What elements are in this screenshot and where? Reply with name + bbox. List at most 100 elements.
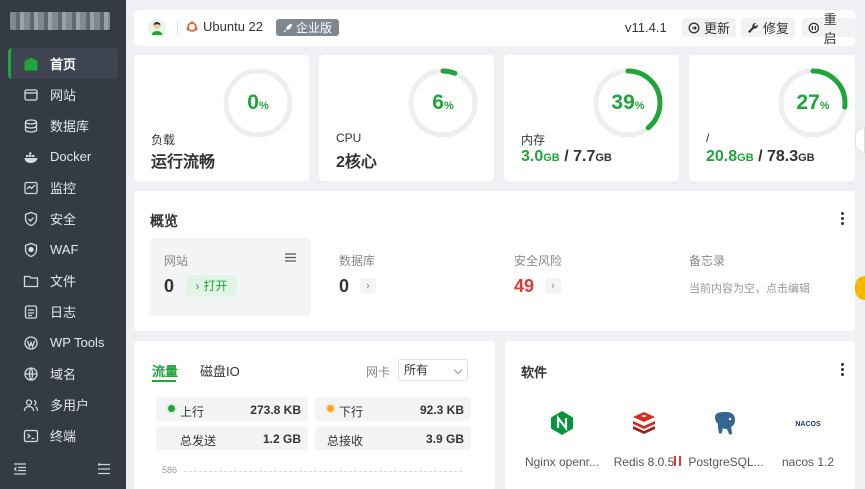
list-icon[interactable] [285,253,296,262]
sidebar-item-terminal[interactable]: 终端 [8,420,118,451]
memory-usage: 3.0GB / 7.7GB [521,148,612,165]
sidebar-item-database[interactable]: 数据库 [8,110,118,141]
monitor-icon [23,180,39,196]
upload-dot-icon [168,405,175,412]
avatar-icon[interactable] [148,19,166,37]
nic-select[interactable]: 所有 [398,359,468,381]
sidebar-nav: 首页 网站 数据库 Docker 监控 安全 WAF 文件 日志 WP Tool… [8,48,118,451]
svg-text:NACOS: NACOS [795,421,821,428]
security-risk-count: 49 [514,276,535,296]
users-icon [23,397,39,413]
repair-button[interactable]: 修复 [741,18,796,37]
update-button[interactable]: 更新 [682,18,737,37]
sidebar-item-website[interactable]: 网站 [8,79,118,110]
refresh-icon [688,22,700,33]
nacos-icon: NACOS [795,421,821,428]
logo [10,12,110,30]
sidebar-item-home[interactable]: 首页 [8,48,118,79]
sidebar-item-monitor[interactable]: 监控 [8,172,118,203]
cpu-card[interactable]: 6% CPU 2核心 [319,55,494,181]
sidebar-item-label: 监控 [50,181,77,196]
floating-avatar-edge[interactable] [855,127,865,153]
sidebar-item-label: 日志 [50,305,77,320]
sidebar: 首页 网站 数据库 Docker 监控 安全 WAF 文件 日志 WP Tool… [0,0,126,489]
version-label: v11.4.1 [625,20,667,35]
sidebar-item-domain[interactable]: 域名 [8,358,118,389]
menu-settings-icon[interactable] [97,462,111,476]
sidebar-item-wp-tools[interactable]: WP Tools [8,327,118,358]
folder-icon [23,273,39,289]
waf-shield-icon [23,242,39,258]
cpu-cores: 2核心 [336,154,377,171]
software-item-redis[interactable]: Redis 8.0.5 [603,409,685,469]
software-item-nacos[interactable]: NACOS nacos 1.2 [767,409,849,469]
wordpress-icon [23,335,39,351]
sidebar-item-label: 首页 [50,57,77,72]
docker-icon [23,149,39,165]
disk-usage: 20.8GB / 78.3GB [706,148,815,165]
chart-gridline [184,471,462,472]
stopped-status-icon [674,456,681,466]
cpu-percent: 6% [432,91,454,114]
open-sites-button[interactable]: › 打开 [186,275,237,296]
cpu-label: CPU [336,131,362,145]
load-gauge: 0% [222,67,294,139]
memory-card[interactable]: 39% 内存 3.0GB / 7.7GB [504,55,679,181]
floating-help-edge[interactable] [855,276,865,300]
software-item-postgresql[interactable]: PostgreSQL... [685,409,767,469]
sidebar-item-label: 终端 [50,429,77,444]
total-received-value: 3.9 GB [425,432,464,446]
total-received-stat: 总接收 3.9 GB [315,426,471,450]
memo-placeholder[interactable]: 当前内容为空，点击编辑 [689,280,810,296]
disk-percent: 27% [796,91,830,114]
cpu-gauge: 6% [407,67,479,139]
software-name: Redis 8.0.5 [613,455,675,469]
shield-icon [23,211,39,227]
log-icon [23,304,39,320]
home-icon [23,56,39,72]
more-options-icon[interactable] [841,212,845,226]
sidebar-item-users[interactable]: 多用户 [8,389,118,420]
site-summary: 网站 0 › 打开 [150,238,311,316]
sidebar-item-label: 多用户 [50,398,90,413]
tab-traffic[interactable]: 流量 [152,361,178,380]
database-go-button[interactable]: › [360,278,376,294]
software-name: Nginx openr... [524,455,600,469]
sidebar-item-label: 域名 [50,367,77,382]
download-stat: 下行 92.3 KB [315,397,471,421]
sidebar-footer [0,462,126,478]
sidebar-item-security[interactable]: 安全 [8,203,118,234]
terminal-icon [23,428,39,444]
software-name: PostgreSQL... [688,455,764,469]
disk-card[interactable]: 27% / 20.8GB / 78.3GB [689,55,855,181]
overview-title: 概览 [150,213,178,229]
overview-panel: 概览 网站 0 › 打开 数据库 0 › 安全风险 49 › 备忘录 当前内容为… [134,191,855,331]
download-dot-icon [327,405,334,412]
sidebar-item-label: WAF [50,242,79,257]
more-options-icon[interactable] [841,363,845,377]
collapse-sidebar-icon[interactable] [13,462,27,476]
top-bar: Ubuntu 22 企业版 v11.4.1 更新 修复 重启 [134,10,855,46]
memory-percent: 39% [611,91,645,114]
sidebar-item-files[interactable]: 文件 [8,265,118,296]
sidebar-item-label: 安全 [50,212,77,227]
sidebar-item-logs[interactable]: 日志 [8,296,118,327]
load-card[interactable]: 0% 负载 运行流畅 [134,55,309,181]
sidebar-item-waf[interactable]: WAF [8,234,118,265]
software-item-nginx[interactable]: Nginx openr... [521,409,603,469]
load-label: 负载 [151,133,176,147]
rocket-icon [283,23,292,32]
tab-disk-io[interactable]: 磁盘IO [200,361,240,380]
total-sent-value: 1.2 GB [262,432,301,446]
security-risk-go-button[interactable]: › [545,278,561,294]
os-name: Ubuntu 22 [203,19,263,34]
sidebar-item-docker[interactable]: Docker [8,141,118,172]
restart-button[interactable]: 重启 [802,12,855,46]
sidebar-item-label: Docker [50,149,92,164]
sidebar-item-label: 文件 [50,274,77,289]
chevron-down-icon [453,365,463,375]
sidebar-item-label: WP Tools [50,335,105,350]
nic-label: 网卡 [366,365,391,379]
domain-icon [23,366,39,382]
disk-label: / [706,131,710,145]
